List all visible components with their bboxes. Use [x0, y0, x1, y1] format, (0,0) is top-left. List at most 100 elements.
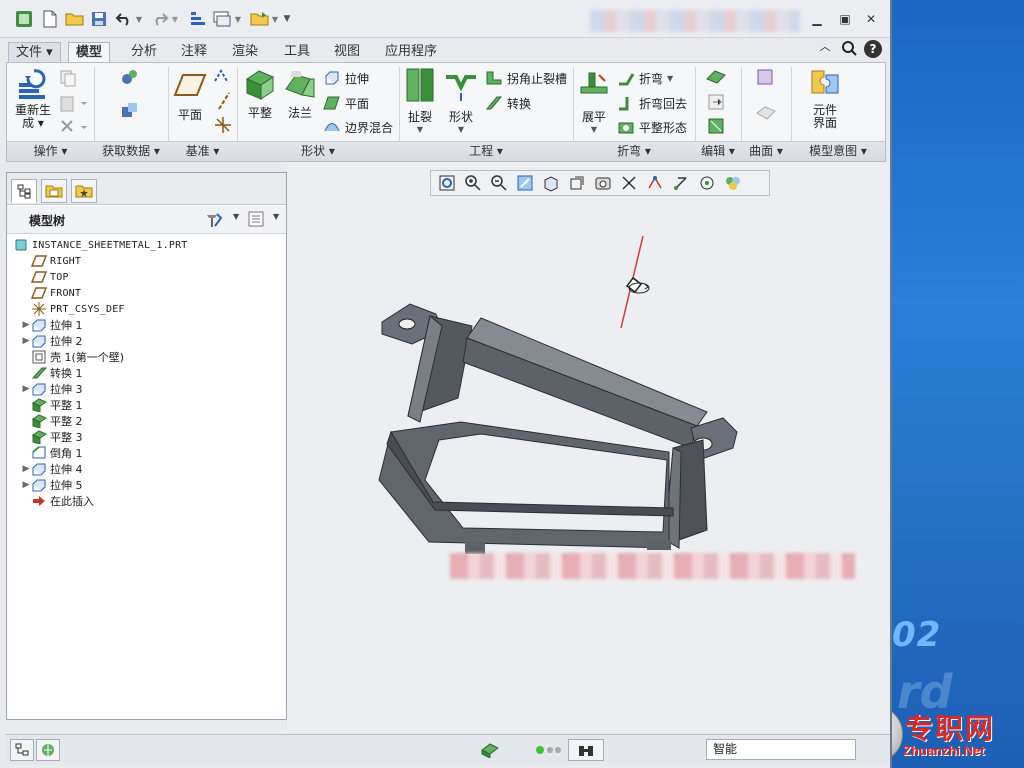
customize-toolbar-icon[interactable]: ▼ — [280, 9, 294, 29]
find-icon[interactable] — [568, 739, 604, 761]
open-folder-icon[interactable] — [65, 9, 85, 29]
tree-settings-icon[interactable] — [205, 211, 225, 232]
expand-arrow-icon[interactable]: ▶ — [21, 320, 31, 330]
sketch-icon[interactable] — [213, 67, 233, 88]
convert-button[interactable]: 转换 — [485, 92, 531, 114]
appearance-icon[interactable] — [721, 172, 744, 194]
tab-file[interactable]: 文件 ▾ — [8, 42, 61, 62]
group-get-data[interactable]: 获取数据 ▾ — [94, 143, 168, 161]
tree-item[interactable]: 倒角 1 — [21, 445, 83, 461]
datum-plane-button[interactable]: 平面 — [171, 71, 209, 123]
tab-applications[interactable]: 应用程序 — [378, 42, 444, 62]
tab-model[interactable]: 模型 — [68, 42, 111, 63]
show-options-icon[interactable] — [247, 210, 265, 231]
annotation-display-icon[interactable] — [669, 172, 692, 194]
boundary-blend-button[interactable]: 边界混合 — [323, 116, 393, 138]
surface-freestyle-icon[interactable] — [755, 105, 777, 124]
tree-item[interactable]: 壳 1(第一个壁) — [21, 349, 124, 365]
refit-icon[interactable] — [435, 172, 458, 194]
folder-dropdown-icon[interactable]: ▼ — [270, 9, 280, 29]
spin-center-toggle-icon[interactable] — [695, 172, 718, 194]
paste-icon[interactable] — [59, 94, 87, 115]
group-engineering[interactable]: 工程 ▾ — [399, 143, 573, 161]
tab-view[interactable]: 视图 — [327, 42, 367, 62]
minimize-icon[interactable]: ▁ — [808, 11, 826, 27]
copy-geometry-icon[interactable] — [119, 101, 141, 126]
tree-item[interactable]: 平整 1 — [21, 397, 83, 413]
display-style-icon[interactable] — [539, 172, 562, 194]
surface-fill-icon[interactable] — [755, 67, 775, 90]
windows-icon[interactable] — [212, 9, 232, 29]
tree-item[interactable]: INSTANCE_SHEETMETAL_1.PRT — [13, 237, 188, 253]
search-icon[interactable] — [840, 40, 858, 58]
undo-icon[interactable] — [114, 9, 134, 29]
datum-csys-icon[interactable] — [213, 115, 233, 138]
selection-filter-dropdown[interactable]: 智能 — [706, 739, 856, 760]
undo-dropdown-icon[interactable]: ▼ — [134, 9, 144, 29]
zoom-out-icon[interactable] — [487, 172, 510, 194]
help-icon[interactable]: ? — [864, 40, 882, 58]
edit-tool-2-icon[interactable] — [707, 93, 727, 114]
tab-render[interactable]: 渲染 — [225, 42, 265, 62]
tree-item[interactable]: 平整 3 — [21, 429, 83, 445]
expand-arrow-icon[interactable]: ▶ — [21, 384, 31, 394]
copy-icon[interactable] — [59, 69, 77, 90]
regenerate-button[interactable]: 重新生成 ▾ — [11, 67, 55, 130]
regenerate-quick-icon[interactable] — [188, 9, 208, 29]
flange-button[interactable]: 法兰 — [280, 67, 320, 121]
tree-settings-dropdown-icon[interactable]: ▼ — [233, 212, 239, 221]
regen-status-icon[interactable] — [480, 740, 500, 761]
save-icon[interactable] — [89, 9, 109, 29]
expand-arrow-icon[interactable]: ▶ — [21, 480, 31, 490]
bend-button[interactable]: 折弯 ▼ — [617, 67, 673, 89]
tab-folder-browser[interactable] — [41, 179, 67, 203]
tab-model-tree[interactable] — [11, 179, 37, 203]
close-window-folder-icon[interactable] — [250, 9, 270, 29]
tree-item[interactable]: 在此插入 — [21, 493, 94, 509]
new-file-icon[interactable] — [40, 9, 60, 29]
tab-tools[interactable]: 工具 — [277, 42, 317, 62]
group-model-intent[interactable]: 模型意图 ▾ — [791, 143, 885, 161]
edit-tool-3-icon[interactable] — [707, 117, 727, 138]
group-operations[interactable]: 操作 ▾ — [7, 143, 94, 161]
redo-icon[interactable] — [150, 9, 170, 29]
bend-back-button[interactable]: 折弯回去 — [617, 92, 687, 114]
tree-item[interactable]: ▶ 拉伸 1 — [21, 317, 83, 333]
tree-item[interactable]: PRT_CSYS_DEF — [21, 301, 125, 317]
delete-icon[interactable] — [59, 118, 87, 139]
tree-item[interactable]: ▶ 拉伸 4 — [21, 461, 83, 477]
windows-dropdown-icon[interactable]: ▼ — [233, 9, 243, 29]
tab-analysis[interactable]: 分析 — [124, 42, 164, 62]
group-shapes[interactable]: 形状 ▾ — [237, 143, 399, 161]
tree-item[interactable]: ▶ 拉伸 3 — [21, 381, 83, 397]
graphics-area[interactable] — [287, 162, 889, 732]
group-datum[interactable]: 基准 ▾ — [168, 143, 237, 161]
close-icon[interactable]: ✕ — [862, 11, 880, 27]
edit-tool-1-icon[interactable] — [705, 67, 727, 90]
toggle-browser-icon[interactable] — [36, 739, 60, 761]
group-bends[interactable]: 折弯 ▾ — [573, 143, 695, 161]
app-logo-icon[interactable] — [14, 9, 34, 29]
show-options-dropdown-icon[interactable]: ▼ — [273, 212, 279, 221]
perspective-view-icon[interactable] — [617, 172, 640, 194]
flatten-form-button[interactable]: 平整形态 — [617, 116, 687, 138]
tree-item[interactable]: FRONT — [21, 285, 81, 301]
saved-orientations-icon[interactable] — [565, 172, 588, 194]
form-button[interactable]: 形状 ▼ — [441, 67, 481, 134]
tree-item[interactable]: RIGHT — [21, 253, 81, 269]
maximize-icon[interactable]: ▣ — [836, 11, 854, 27]
datum-axis-icon[interactable] — [215, 91, 233, 114]
redo-dropdown-icon[interactable]: ▼ — [170, 9, 180, 29]
corner-relief-button[interactable]: 拐角止裂槽 — [485, 67, 567, 89]
tree-item[interactable]: 转换 1 — [21, 365, 83, 381]
component-interface-button[interactable]: 元件 界面 — [801, 67, 849, 130]
zoom-in-icon[interactable] — [461, 172, 484, 194]
user-defined-feature-icon[interactable] — [119, 67, 141, 92]
rip-button[interactable]: 扯裂 ▼ — [401, 67, 439, 134]
expand-arrow-icon[interactable]: ▶ — [21, 336, 31, 346]
tree-item[interactable]: ▶ 拉伸 2 — [21, 333, 83, 349]
planar-button[interactable]: 平面 — [323, 92, 369, 114]
toggle-navigator-icon[interactable] — [10, 739, 34, 761]
expand-arrow-icon[interactable]: ▶ — [21, 464, 31, 474]
datum-display-filters-icon[interactable] — [643, 172, 666, 194]
